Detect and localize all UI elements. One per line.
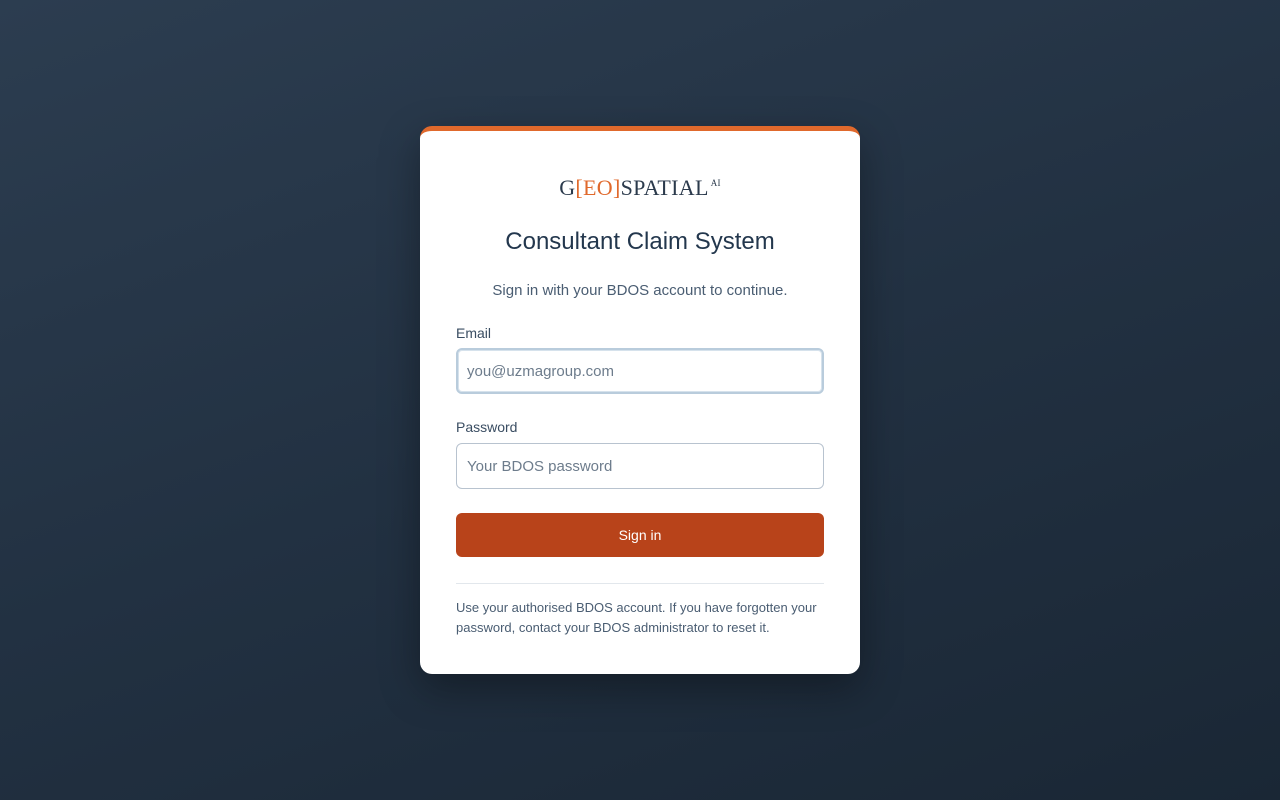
login-card: G[EO]SPATIAL AI Consultant Claim System S… [420,126,860,674]
sign-in-button[interactable]: Sign in [456,513,824,557]
logo-prefix: G [559,175,576,200]
page-title: Consultant Claim System [505,228,775,255]
logo-suffix: SPATIAL [620,175,709,200]
email-field[interactable] [456,348,824,394]
password-label: Password [456,419,518,435]
logo-accent: [EO] [575,175,621,200]
password-field[interactable] [456,443,824,489]
page-subtitle: Sign in with your BDOS account to contin… [492,282,788,299]
email-label: Email [456,325,492,341]
brand-logo: G[EO]SPATIAL AI [420,170,860,201]
help-text: Use your authorised BDOS account. If you… [456,600,817,635]
divider [456,583,824,584]
logo-superscript: AI [710,178,721,188]
